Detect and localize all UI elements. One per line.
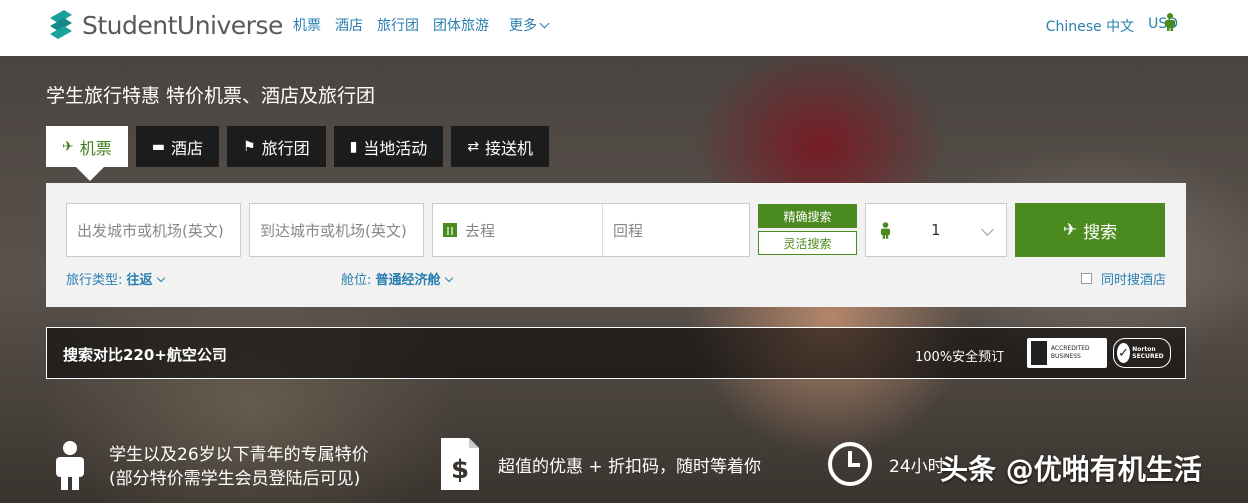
hero-title: 学生旅行特惠 特价机票、酒店及旅行团 <box>46 85 376 107</box>
logo-text: StudentUniverse <box>82 10 283 40</box>
trip-type-value: 往返 <box>126 273 153 288</box>
logo[interactable]: StudentUniverse <box>46 8 283 42</box>
flexible-search-button[interactable]: 灵活搜索 <box>758 231 857 255</box>
passenger-count: 1 <box>931 221 941 239</box>
feature-student-deals: 学生以及26岁以下青年的专属特价 (部分特价需学生会员登陆后可见) <box>109 443 369 491</box>
add-hotel-option[interactable]: 同时搜酒店 <box>1081 269 1166 288</box>
norton-secured-badge: ✓ Norton SECURED <box>1113 338 1171 368</box>
main-nav: 机票 酒店 旅行团 团体旅游 更多 <box>293 15 562 35</box>
depart-date-placeholder: 去程 <box>465 221 496 240</box>
depart-date-input[interactable]: 去程 <box>433 204 603 256</box>
feature-student-deals-line2: (部分特价需学生会员登陆后可见) <box>109 469 361 489</box>
nav-flights[interactable]: 机票 <box>293 15 321 35</box>
transfer-icon: ⇄ <box>467 138 480 155</box>
bbb-seal-icon <box>1031 341 1047 365</box>
tab-activities[interactable]: ▮ 当地活动 <box>333 126 444 167</box>
person-icon <box>880 221 891 239</box>
chevron-down-icon <box>539 18 550 29</box>
bbb-badge-text: ACCREDITED BUSINESS <box>1050 345 1090 360</box>
svg-text:$: $ <box>451 455 469 485</box>
feature-discounts: 超值的优惠 + 折扣码，随时等着你 <box>498 457 762 477</box>
add-hotel-label: 同时搜酒店 <box>1101 273 1167 288</box>
nav-group-travel[interactable]: 团体旅游 <box>433 15 489 35</box>
plane-icon: ✈ <box>62 138 74 155</box>
cabin-label: 舱位: <box>341 273 372 288</box>
add-hotel-checkbox[interactable] <box>1081 273 1092 284</box>
chevron-down-icon <box>156 273 165 283</box>
tab-activities-label: 当地活动 <box>363 138 428 158</box>
trip-type-label: 旅行类型: <box>66 273 123 288</box>
flight-search-panel: 出发城市或机场(英文) 到达城市或机场(英文) 去程 回程 精确搜索 灵活搜索 … <box>46 183 1186 307</box>
destination-input[interactable]: 到达城市或机场(英文) <box>249 203 424 257</box>
product-tabs: ✈ 机票 ▬ 酒店 ⚑ 旅行团 ▮ 当地活动 ⇄ 接送机 <box>46 126 557 181</box>
search-button[interactable]: ✈ 搜索 <box>1015 203 1165 257</box>
nav-more[interactable]: 更多 <box>509 15 550 35</box>
person-icon[interactable] <box>1164 13 1176 31</box>
tab-tours[interactable]: ⚑ 旅行团 <box>227 126 326 167</box>
date-range-field: 去程 回程 <box>432 203 750 257</box>
logo-mark-icon <box>50 10 72 39</box>
flag-icon: ⚑ <box>243 138 256 155</box>
language-selector[interactable]: Chinese 中文 <box>1046 16 1134 36</box>
nav-more-label: 更多 <box>509 18 537 34</box>
origin-input[interactable]: 出发城市或机场(英文) <box>66 203 241 257</box>
return-date-input[interactable]: 回程 <box>603 204 643 256</box>
ticket-icon: ▮ <box>349 138 358 155</box>
calendar-icon <box>443 223 457 237</box>
return-date-placeholder: 回程 <box>613 221 644 240</box>
person-icon <box>56 441 84 490</box>
bed-icon: ▬ <box>151 138 165 155</box>
feature-student-deals-line1: 学生以及26岁以下青年的专属特价 <box>109 445 369 465</box>
plane-icon: ✈ <box>1062 220 1078 240</box>
search-button-label: 搜索 <box>1083 222 1118 243</box>
tab-hotels-label: 酒店 <box>170 138 203 158</box>
secure-booking-text: 100%安全预订 <box>915 350 1005 365</box>
cabin-class-selector[interactable]: 舱位: 普通经济舱 <box>341 269 453 288</box>
clock-icon <box>828 442 872 486</box>
trip-type-selector[interactable]: 旅行类型: 往返 <box>66 269 165 288</box>
nav-hotels[interactable]: 酒店 <box>335 15 363 35</box>
tab-hotels[interactable]: ▬ 酒店 <box>135 126 219 167</box>
tab-transfers-label: 接送机 <box>485 138 534 158</box>
tab-transfers[interactable]: ⇄ 接送机 <box>451 126 550 167</box>
bbb-accredited-badge: ACCREDITED BUSINESS <box>1027 338 1107 368</box>
nav-tours[interactable]: 旅行团 <box>377 15 419 35</box>
compare-text: 搜索对比220+航空公司 <box>63 346 227 364</box>
cabin-value: 普通经济舱 <box>375 273 441 288</box>
tab-flights-label: 机票 <box>79 138 112 158</box>
passenger-selector[interactable]: 1 <box>865 203 1007 257</box>
airline-compare-bar: 搜索对比220+航空公司 100%安全预订 ACCREDITED BUSINES… <box>46 327 1186 379</box>
chevron-down-icon <box>444 273 453 283</box>
feature-24h-support: 24小时 <box>889 457 945 477</box>
exact-search-button[interactable]: 精确搜索 <box>758 204 857 228</box>
tab-flights[interactable]: ✈ 机票 <box>46 126 128 181</box>
dollar-document-icon: $ <box>441 438 479 490</box>
watermark: 头条 @优啪有机生活 <box>940 453 1202 486</box>
chevron-down-icon <box>981 223 994 236</box>
checkmark-icon: ✓ <box>1117 343 1131 363</box>
header-right: Chinese 中文 USD <box>1032 16 1178 36</box>
tab-tours-label: 旅行团 <box>261 138 310 158</box>
top-header: StudentUniverse 机票 酒店 旅行团 团体旅游 更多 Chines… <box>0 0 1248 56</box>
norton-badge-text: Norton SECURED <box>1132 346 1164 360</box>
